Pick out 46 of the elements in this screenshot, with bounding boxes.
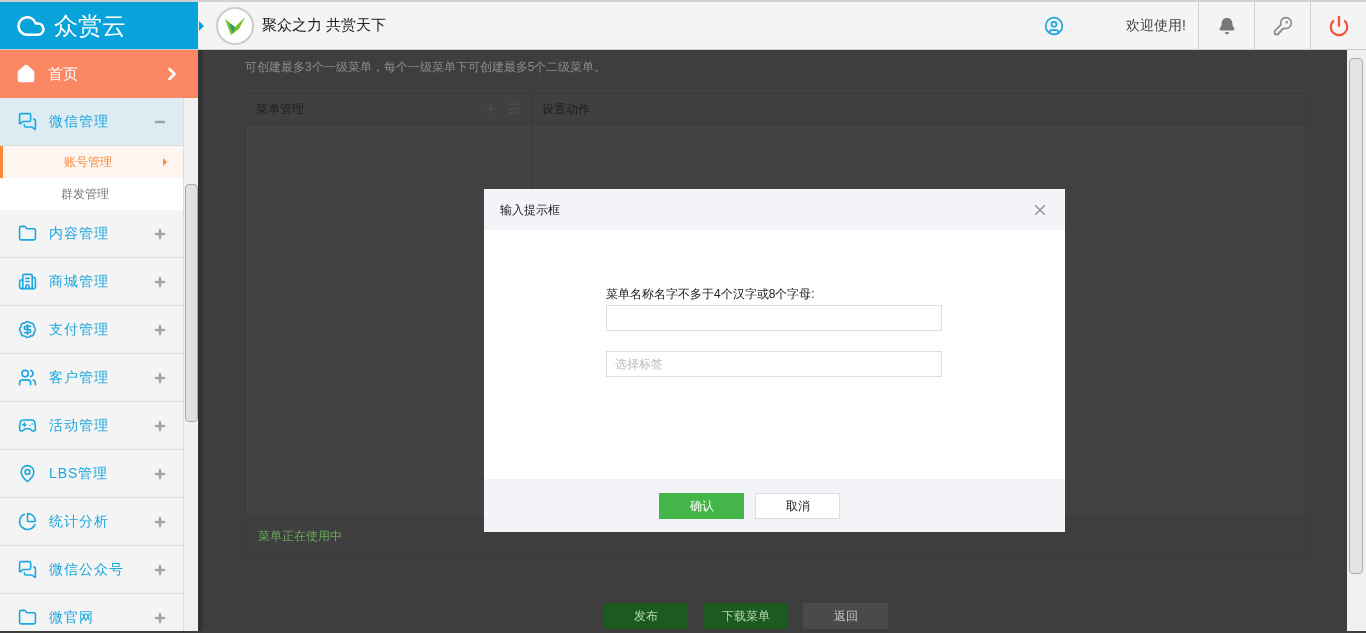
plus-icon <box>153 418 167 433</box>
action-button[interactable]: 返回 <box>803 603 888 629</box>
pie-chart-icon <box>18 512 37 531</box>
menu-name-field[interactable] <box>606 305 942 331</box>
scrollbar-thumb[interactable] <box>185 184 198 422</box>
user-avatar-icon <box>1044 15 1065 36</box>
tag-select-field[interactable]: 选择标签 <box>606 351 942 377</box>
users-icon <box>18 368 37 387</box>
plus-icon <box>153 466 167 481</box>
nav-item[interactable]: 微信管理 <box>0 98 183 146</box>
dialog-title: 输入提示框 <box>500 201 560 219</box>
status-text: 菜单正在使用中 <box>258 527 342 545</box>
notice-text: 可创建最多3个一级菜单，每个一级菜单下可创建最多5个二级菜单。 <box>245 59 608 76</box>
chat-bubbles-icon <box>18 560 37 579</box>
plus-icon <box>153 514 167 529</box>
plus-icon <box>153 322 167 337</box>
slogan-text: 聚众之力 共赏天下 <box>262 15 387 36</box>
plus-icon <box>153 370 167 385</box>
sidebar-scrollbar[interactable] <box>183 98 198 631</box>
chat-bubbles-icon <box>18 112 37 131</box>
power-icon <box>1327 14 1350 37</box>
folder-icon <box>18 608 37 627</box>
plus-icon <box>153 562 167 577</box>
building-icon <box>18 272 37 291</box>
folder-icon <box>18 224 37 243</box>
action-button[interactable]: 发布 <box>603 603 688 629</box>
caret-right-icon <box>163 158 167 166</box>
sub-nav-item[interactable]: 群发管理 <box>0 178 183 210</box>
key-icon <box>1272 15 1293 36</box>
page-scrollbar[interactable] <box>1347 50 1366 631</box>
field-label: 菜单名称名字不多于4个汉字或8个字母: <box>606 286 816 303</box>
scrollbar-thumb[interactable] <box>1349 58 1363 574</box>
plus-icon <box>153 610 167 625</box>
plus-icon <box>153 274 167 289</box>
welcome-text: 欢迎使用! <box>1126 16 1186 35</box>
dialog-button[interactable]: 确认 <box>659 492 744 519</box>
home-nav-item[interactable]: 首页 <box>0 50 198 98</box>
dialog-button[interactable]: 取消 <box>755 492 840 519</box>
house-icon <box>16 64 36 84</box>
sub-nav-item[interactable]: 账号管理 <box>0 146 183 178</box>
gamepad-icon <box>18 416 37 435</box>
logo-text: 众赏云 <box>54 10 126 41</box>
map-pin-icon <box>18 464 37 483</box>
action-button[interactable]: 下载菜单 <box>703 603 788 629</box>
bell-icon <box>1217 16 1236 35</box>
plus-icon <box>153 226 167 241</box>
